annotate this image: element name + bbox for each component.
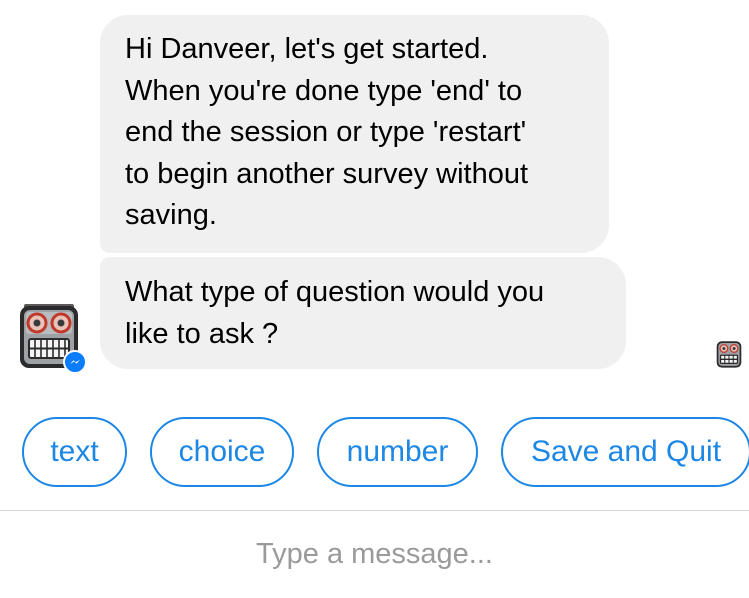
read-receipt-avatar (715, 340, 743, 368)
message-line: When you're done type 'end' to (125, 74, 523, 107)
message-line: saving. (125, 199, 217, 231)
quick-replies: text choice number Save and Quit (0, 417, 749, 487)
bot-avatar[interactable] (18, 303, 88, 374)
bot-message-bubble: Hi Danveer, let's get started. When you'… (100, 15, 609, 253)
message-composer (0, 511, 749, 598)
message-line: Hi Danveer, let's get started. (125, 33, 489, 65)
quick-reply-text-button[interactable]: text (22, 417, 127, 487)
message-line: to begin another survey without (125, 157, 529, 190)
quick-reply-number-button[interactable]: number (317, 417, 478, 487)
messenger-chat-screen: Hi Danveer, let's get started. When you'… (0, 0, 749, 598)
bot-message-bubble: What type of question would you like to … (100, 257, 626, 369)
quick-reply-choice-button[interactable]: choice (150, 417, 294, 487)
quick-reply-save-and-quit-button[interactable]: Save and Quit (501, 417, 749, 487)
robot-read-receipt-icon (716, 341, 742, 368)
message-line: end the session or type 'restart' (125, 116, 527, 148)
messenger-badge-icon (63, 350, 87, 374)
message-line: What type of question would you (125, 276, 545, 308)
message-input[interactable] (0, 511, 749, 598)
message-line: like to ask ? (125, 317, 279, 350)
